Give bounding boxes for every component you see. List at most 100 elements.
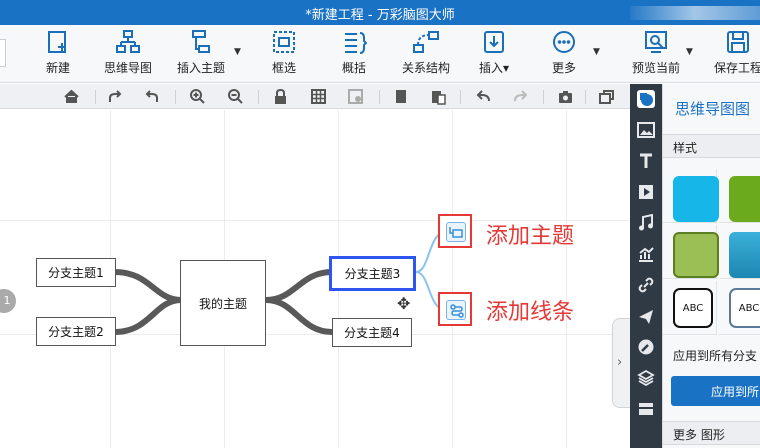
move-cursor-icon: ✥ (397, 294, 411, 313)
more-caret-icon[interactable]: ▼ (593, 47, 600, 57)
style-abc-bold[interactable]: ABC (673, 288, 713, 328)
separator (585, 90, 586, 104)
insert-label: 插入▾ (478, 61, 510, 75)
apply-to-all-button[interactable]: 应用到所 (671, 376, 760, 406)
window-icon[interactable] (598, 88, 615, 105)
panel-title: 思维导图图 (675, 100, 751, 118)
mindmap-label: 思维导图 (103, 61, 152, 75)
chevron-right-icon: › (617, 355, 623, 370)
branch-topic-2[interactable]: 分支主题2 (36, 317, 116, 346)
undo-icon[interactable] (475, 88, 492, 105)
add-topic-icon (446, 222, 466, 242)
properties-panel: 思维导图图 样式 ABC ABC 应用到所有分支 应用到所 更多 图形 (662, 84, 760, 448)
grid-icon[interactable] (310, 88, 327, 105)
window-controls[interactable] (630, 6, 760, 20)
toolbar-left-stub (0, 39, 6, 67)
branch-topic-4[interactable]: 分支主题4 (332, 318, 412, 347)
separator (460, 90, 461, 104)
plane-icon[interactable] (637, 307, 655, 325)
more-shapes-section-header[interactable]: 更多 图形 (663, 421, 760, 445)
image-icon[interactable] (637, 121, 655, 139)
insert-topic-button[interactable]: 插入主题 (170, 29, 232, 81)
style-swatch-blue[interactable] (729, 232, 760, 278)
redo-arrow-icon[interactable] (107, 88, 124, 105)
preview-icon (645, 31, 667, 53)
new-button[interactable]: 新建 (36, 29, 80, 81)
separator (175, 90, 176, 104)
insert-icon (484, 31, 504, 53)
stack-icon[interactable] (637, 400, 655, 418)
panel-collapse-handle[interactable]: › (612, 318, 630, 408)
summary-label: 概括 (341, 61, 366, 75)
side-icon-strip (630, 84, 662, 448)
new-icon (48, 31, 66, 53)
mindmap-canvas[interactable]: 1 我的主题 分支主题1 分支主题2 分支主题3 分支主题4 添加主题 添加线条… (0, 110, 630, 448)
separator (95, 90, 96, 104)
add-topic-annotation: 添加主题 (486, 224, 575, 249)
canvas-toolbar (0, 84, 630, 109)
layers-icon[interactable] (637, 369, 655, 387)
save-button[interactable]: 保存工程 (708, 29, 760, 81)
mindmap-button[interactable]: 思维导图 (98, 29, 158, 81)
link-icon[interactable] (637, 276, 655, 294)
relation-button[interactable]: 关系结构 (396, 29, 456, 81)
text-icon[interactable] (637, 152, 655, 170)
insert-topic-label: 插入主题 (176, 61, 225, 75)
lock-icon[interactable] (272, 88, 289, 105)
add-line-button[interactable] (438, 292, 472, 326)
save-icon (727, 31, 749, 53)
insert-button[interactable]: 插入▾ (472, 29, 516, 81)
style-abc-outline[interactable]: ABC (729, 288, 760, 328)
app-window: *新建工程 - 万彩脑图大师 新建 思维导图 插入主题 ▼ 框选 概括 关系结构… (0, 0, 760, 448)
more-icon (553, 31, 575, 53)
camera-icon[interactable] (557, 88, 574, 105)
mindmap-icon (116, 30, 140, 53)
central-topic[interactable]: 我的主题 (180, 260, 266, 346)
separator (379, 90, 380, 104)
add-line-annotation: 添加线条 (486, 300, 575, 325)
video-icon[interactable] (637, 183, 655, 201)
apply-section-header: 应用到所有分支 (663, 343, 760, 367)
style-swatch-cyan[interactable] (673, 176, 719, 222)
style-section-label: 样式 (673, 141, 698, 155)
zoom-out-icon[interactable] (227, 88, 244, 105)
style-swatch-green[interactable] (729, 176, 760, 222)
summary-icon (345, 32, 367, 54)
preview-button[interactable]: 预览当前 (626, 29, 686, 81)
zoom-in-icon[interactable] (189, 88, 206, 105)
frame-select-label: 框选 (271, 61, 296, 75)
more-shapes-label: 更多 图形 (673, 428, 725, 442)
redo-icon[interactable] (512, 88, 529, 105)
home-icon[interactable] (63, 88, 80, 105)
frame-select-button[interactable]: 框选 (262, 29, 306, 81)
separator (543, 90, 544, 104)
new-label: 新建 (45, 61, 70, 75)
image-grid-icon[interactable] (347, 88, 364, 105)
tool-icon[interactable] (637, 338, 655, 356)
preview-label: 预览当前 (631, 61, 680, 75)
style-section-header: 样式 (663, 134, 760, 158)
style-icon[interactable] (637, 90, 655, 108)
preview-caret-icon[interactable]: ▼ (686, 47, 693, 57)
separator (258, 90, 259, 104)
frame-select-icon (273, 31, 295, 53)
undo-arrow-icon[interactable] (143, 88, 160, 105)
chart-icon[interactable] (637, 245, 655, 263)
music-icon[interactable] (637, 214, 655, 232)
more-button[interactable]: 更多 (542, 29, 586, 81)
relation-label: 关系结构 (401, 61, 450, 75)
copy-icon[interactable] (392, 88, 409, 105)
paste-icon[interactable] (430, 88, 447, 105)
add-topic-button[interactable] (438, 214, 472, 248)
more-label: 更多 (551, 61, 576, 75)
insert-topic-caret-icon[interactable]: ▼ (234, 47, 241, 57)
branch-topic-3-selected[interactable]: 分支主题3 (329, 256, 416, 291)
apply-button-label: 应用到所 (711, 385, 760, 399)
insert-topic-icon (192, 30, 210, 53)
summary-button[interactable]: 概括 (332, 29, 376, 81)
apply-section-label: 应用到所有分支 (673, 349, 758, 363)
save-label: 保存工程 (713, 61, 760, 75)
add-line-icon (446, 300, 466, 320)
branch-topic-1[interactable]: 分支主题1 (36, 258, 116, 287)
style-swatch-olive[interactable] (673, 232, 719, 278)
